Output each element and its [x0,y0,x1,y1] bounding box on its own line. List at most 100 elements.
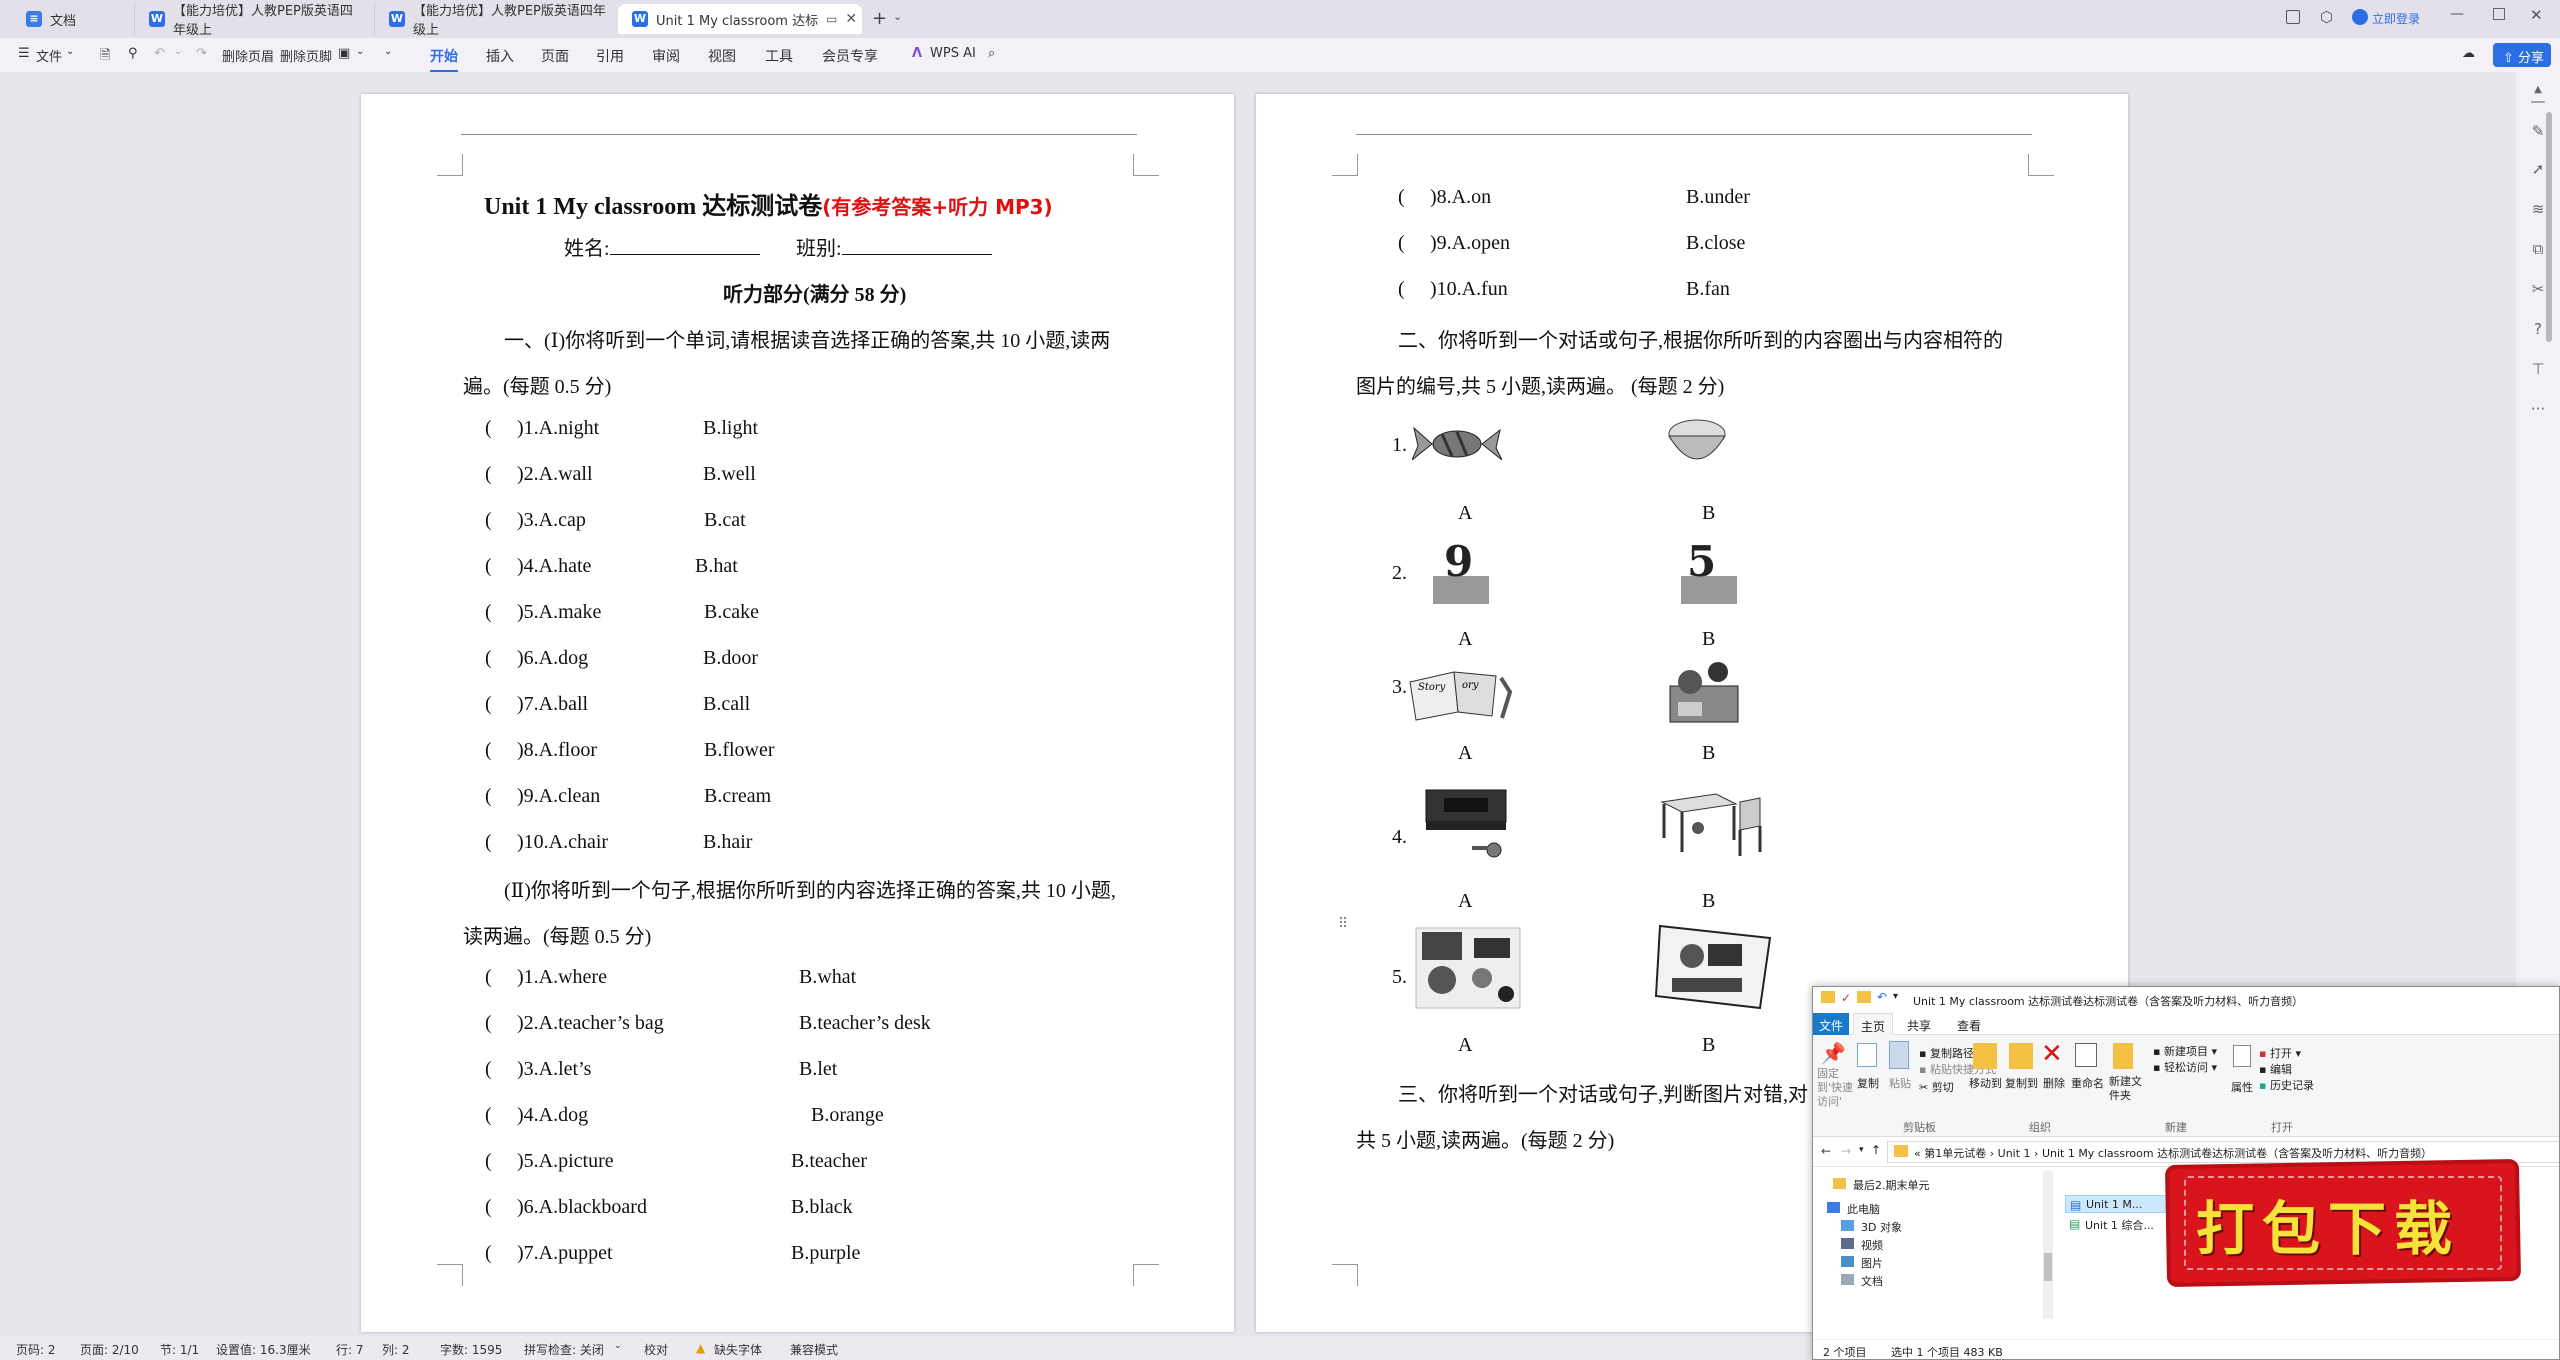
answer-paren[interactable]: ( [1398,186,1405,209]
chevron-down-icon[interactable]: ⌄ [174,46,182,57]
forward-icon[interactable]: → [1841,1144,1851,1158]
answer-paren[interactable]: ( [485,739,492,762]
move-to-button[interactable]: 移动到 [1969,1075,2002,1091]
back-icon[interactable]: ← [1821,1144,1831,1158]
answer-paren[interactable]: ( [485,831,492,854]
new-folder-button[interactable]: 新建文件夹 [2109,1075,2145,1103]
restore-icon[interactable] [2493,8,2505,20]
share-button[interactable]: ⇧ 分享 [2493,43,2551,67]
menu-review[interactable]: 审阅 [652,46,680,66]
download-stamp[interactable]: 打包下载 [2169,1162,2517,1284]
format-painter-icon[interactable]: ⚲ [128,46,138,61]
cube-icon[interactable]: ⬡ [2320,8,2333,26]
ribbon-tab-home[interactable]: 主页 [1853,1013,1893,1035]
undo-icon[interactable]: ↶ [154,46,165,61]
nav-item[interactable]: 文档 [1813,1271,2043,1289]
more-icon[interactable]: ··· [2529,400,2547,418]
status-missing-font[interactable]: 缺失字体 [714,1341,762,1358]
tools-icon[interactable]: ✂ [2529,280,2547,298]
picture-option-b[interactable]: B [1702,628,1715,651]
answer-paren[interactable]: ( [1398,278,1405,301]
nav-item[interactable]: 3D 对象 [1813,1217,2043,1235]
monitor-icon[interactable]: ▭ [826,12,837,26]
nav-item[interactable]: 视频 [1813,1235,2043,1253]
pin-button[interactable]: 固定到'快速访问' [1817,1067,1855,1109]
cut-button[interactable]: ✂ 剪切 [1919,1079,1954,1095]
picture-option-a[interactable]: A [1458,502,1472,525]
tab-documents[interactable]: ≡ 文档 [12,4,140,34]
collapse-icon[interactable]: — [2529,92,2547,110]
copy-to-button[interactable]: 复制到 [2005,1075,2038,1091]
more-chevron-icon[interactable]: ⌄ [384,46,392,57]
tab-active-doc[interactable]: W Unit 1 My classroom 达标 ▭ ✕ [618,4,862,34]
chevron-down-icon[interactable]: ⌄ [893,10,902,23]
image-edit-icon[interactable]: ⧉ [2529,240,2547,258]
minimize-icon[interactable]: — [2450,6,2464,22]
menu-tools[interactable]: 工具 [765,46,793,66]
menu-view[interactable]: 视图 [708,46,736,66]
menu-start[interactable]: 开始 [430,46,458,72]
answer-paren[interactable]: ( [485,601,492,624]
paste-icon[interactable] [1889,1041,1909,1069]
adjust-icon[interactable]: ≋ [2529,200,2547,218]
history-button[interactable]: ▪ 历史记录 [2259,1077,2314,1093]
redo-icon[interactable]: ↷ [196,46,207,61]
menu-insert[interactable]: 插入 [486,46,514,66]
status-words[interactable]: 字数: 1595 [440,1341,502,1358]
nav-item[interactable]: 最后2.期末单元 [1813,1175,2043,1193]
answer-paren[interactable]: ( [485,1242,492,1265]
status-spellcheck[interactable]: 拼写检查: 关闭 [524,1341,604,1358]
chevron-down-icon[interactable]: ▾ [1893,991,1898,1002]
new-tab-icon[interactable]: + [872,8,887,29]
new-folder-icon[interactable] [1857,991,1871,1003]
answer-paren[interactable]: ( [485,647,492,670]
tab-doc-2[interactable]: W 【能力培优】人教PEP版英语四年级上 [374,4,614,38]
scrollbar-thumb[interactable] [2546,112,2552,342]
delete-header-button[interactable]: 删除页眉 [222,46,274,65]
file-menu[interactable]: 文件 [36,46,62,65]
drag-handle-icon[interactable]: ⠿ [1338,916,1348,932]
menu-page[interactable]: 页面 [541,46,569,66]
easy-access-button[interactable]: ▪ 轻松访问 ▾ [2153,1059,2217,1075]
answer-paren[interactable]: ( [485,1150,492,1173]
layout-icon[interactable] [2286,10,2300,24]
answer-paren[interactable]: ( [485,1196,492,1219]
ribbon-tab-share[interactable]: 共享 [1907,1017,1931,1034]
answer-paren[interactable]: ( [1398,232,1405,255]
help-icon[interactable]: ? [2529,320,2547,338]
picture-option-b[interactable]: B [1702,1034,1715,1057]
class-field[interactable]: 班别: [796,232,992,261]
properties-big-icon[interactable] [2233,1045,2251,1067]
up-icon[interactable]: ↑ [1871,1143,1881,1157]
paste-button[interactable]: 粘贴 [1889,1075,1911,1091]
pen-icon[interactable]: ✎ [2529,122,2547,140]
nav-scrollbar-thumb[interactable] [2044,1253,2052,1281]
wps-ai-icon[interactable]: Λ [912,46,922,61]
pin-icon[interactable]: 📌 [1821,1041,1846,1065]
edit-button[interactable]: ▪ 编辑 [2259,1061,2292,1077]
nav-item[interactable]: 图片 [1813,1253,2043,1271]
chevron-down-icon[interactable]: ⌄ [356,46,364,57]
hamburger-icon[interactable]: ☰ [18,46,30,61]
menu-member[interactable]: 会员专享 [822,46,878,66]
delete-icon[interactable]: ✕ [2041,1039,2063,1069]
rename-icon[interactable] [2075,1043,2097,1067]
nav-item[interactable]: 此电脑 [1813,1199,2043,1217]
menu-reference[interactable]: 引用 [596,46,624,66]
answer-paren[interactable]: ( [485,509,492,532]
answer-paren[interactable]: ( [485,463,492,486]
document-page-1[interactable]: Unit 1 My classroom 达标测试卷(有参考答案+听力 MP3) … [361,94,1234,1332]
close-window-icon[interactable]: ✕ [2530,6,2543,24]
chevron-down-icon[interactable]: ⌄ [614,1341,622,1351]
breadcrumb-item[interactable]: Unit 1 My classroom 达标测试卷达标测试卷（含答案及听力材料、… [2042,1147,2432,1160]
page-border-icon[interactable]: ▣ [338,46,350,61]
wps-ai-button[interactable]: WPS AI [930,46,976,61]
copy-to-icon[interactable] [2009,1043,2033,1069]
new-item-button[interactable]: ▪ 新建项目 ▾ [2153,1043,2217,1059]
answer-paren[interactable]: ( [485,1104,492,1127]
undo-icon[interactable]: ↶ [1877,990,1887,1004]
file-item[interactable]: ▤ Unit 1 综合... [2065,1215,2185,1233]
answer-paren[interactable]: ( [485,693,492,716]
search-icon[interactable]: ⌕ [988,46,995,61]
answer-paren[interactable]: ( [485,1012,492,1035]
